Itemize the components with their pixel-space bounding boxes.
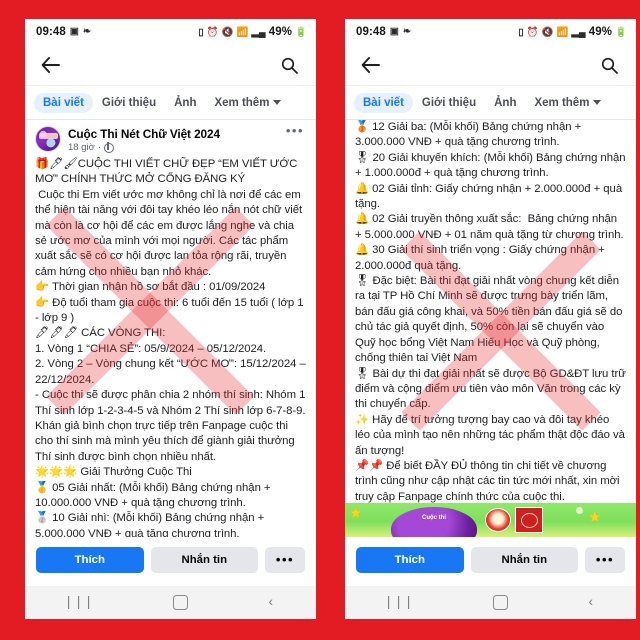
status-bar-right: ▯ ⏰ 🔇 📶 ▂▄ 49% 🔋 bbox=[198, 26, 307, 38]
screenshot-root: 09:48 ▣ ❧ ▯ ⏰ 🔇 📶 ▂▄ 49% 🔋 Bài viết Giới… bbox=[0, 0, 640, 640]
page-action-bar-left: Thích Nhắn tin ••• bbox=[25, 537, 316, 586]
signal-icon: ▂▄ bbox=[251, 26, 266, 38]
back-chevron-icon[interactable]: ‹ bbox=[267, 595, 277, 611]
app-nav-bar bbox=[345, 45, 636, 86]
page-action-bar-right: Thích Nhắn tin ••• bbox=[345, 537, 636, 586]
profile-tab-bar: Bài viết Giới thiệu Ảnh Xem thêm bbox=[345, 86, 636, 120]
phone-screenshot-right: 09:48 ▣ ❧ ▯ ⏰ 🔇 📶 ▂▄ 49% 🔋 Bài viết Giới… bbox=[345, 19, 636, 619]
wifi-icon: 📶 bbox=[236, 26, 249, 38]
tab-gioi-thieu[interactable]: Giới thiệu bbox=[93, 93, 165, 113]
globe-icon bbox=[104, 142, 115, 153]
tab-xem-them[interactable]: Xem thêm bbox=[205, 93, 290, 113]
like-button[interactable]: Thích bbox=[356, 547, 464, 573]
chevron-down-icon bbox=[593, 100, 602, 105]
status-time: 09:48 bbox=[36, 26, 66, 38]
status-bar: 09:48 ▣ ❧ ▯ ⏰ 🔇 📶 ▂▄ 49% 🔋 bbox=[25, 19, 316, 45]
tab-anh[interactable]: Ảnh bbox=[165, 93, 205, 113]
phone-screenshot-left: 09:48 ▣ ❧ ▯ ⏰ 🔇 📶 ▂▄ 49% 🔋 Bài viết Giới… bbox=[25, 19, 316, 619]
product-label-icon bbox=[515, 507, 543, 533]
search-icon[interactable] bbox=[596, 52, 622, 78]
battery-icon: 🔋 bbox=[295, 26, 307, 38]
tab-xem-them-label: Xem thêm bbox=[214, 96, 270, 109]
post-feed-right: 🥉 12 Giải ba: (Mỗi khối) Bảng chứng nhận… bbox=[345, 120, 636, 503]
screenshot-icon: ▣ bbox=[69, 26, 79, 38]
post-banner-image[interactable]: ★ ★ ★ Cuộc thi bbox=[345, 503, 636, 537]
signal-icon: ▂▄ bbox=[571, 26, 586, 38]
messenger-icon: ❧ bbox=[403, 26, 412, 38]
back-arrow-icon[interactable] bbox=[357, 52, 383, 78]
back-chevron-icon[interactable]: ‹ bbox=[587, 595, 597, 611]
messenger-icon: ❧ bbox=[83, 26, 92, 38]
post-feed-left: Cuộc Thi Nét Chữ Việt 2024 18 giờ · ••• … bbox=[25, 120, 316, 537]
more-options-button[interactable]: ••• bbox=[265, 547, 305, 573]
status-time: 09:48 bbox=[356, 26, 386, 38]
banner-logo: Cuộc thi bbox=[391, 507, 477, 537]
post-header: Cuộc Thi Nét Chữ Việt 2024 18 giờ · ••• bbox=[33, 120, 308, 156]
mute-icon: 🔇 bbox=[221, 26, 234, 38]
avatar[interactable] bbox=[35, 126, 61, 152]
dot-separator: · bbox=[97, 142, 102, 153]
post-body-left: 🎁🖊🖌CUỘC THI VIẾT CHỮ ĐẸP “EM VIẾT ƯỚC MƠ… bbox=[35, 158, 306, 537]
search-icon[interactable] bbox=[276, 52, 302, 78]
screenshot-icon: ▣ bbox=[389, 26, 399, 38]
post-meta: Cuộc Thi Nét Chữ Việt 2024 18 giờ · bbox=[68, 126, 277, 154]
battery-percent: 49% bbox=[588, 26, 613, 38]
tab-bai-viet[interactable]: Bài viết bbox=[34, 92, 93, 113]
page-name[interactable]: Cuộc Thi Nét Chữ Việt 2024 bbox=[68, 127, 277, 141]
product-bowl-icon bbox=[485, 508, 511, 532]
star-icon: ★ bbox=[588, 509, 602, 526]
banner-logo-text: Cuộc thi bbox=[422, 515, 446, 521]
tab-xem-them[interactable]: Xem thêm bbox=[525, 93, 610, 113]
banner-dot-icon bbox=[576, 507, 583, 514]
recents-icon[interactable]: ||| bbox=[64, 595, 94, 611]
wifi-icon: 📶 bbox=[556, 26, 569, 38]
android-system-nav-left: ||| ‹ bbox=[25, 586, 316, 619]
post-body-right: 🥉 12 Giải ba: (Mỗi khối) Bảng chứng nhận… bbox=[355, 121, 626, 503]
mute-icon: 🔇 bbox=[541, 26, 554, 38]
status-bar-left: 09:48 ▣ ❧ bbox=[36, 26, 91, 38]
home-icon[interactable] bbox=[493, 595, 508, 610]
status-bar: 09:48 ▣ ❧ ▯ ⏰ 🔇 📶 ▂▄ 49% 🔋 bbox=[345, 19, 636, 45]
tab-gioi-thieu[interactable]: Giới thiệu bbox=[413, 93, 485, 113]
status-bar-left: 09:48 ▣ ❧ bbox=[356, 26, 411, 38]
like-button[interactable]: Thích bbox=[36, 547, 144, 573]
app-nav-bar bbox=[25, 45, 316, 86]
recents-icon[interactable]: ||| bbox=[384, 595, 414, 611]
status-bar-right: ▯ ⏰ 🔇 📶 ▂▄ 49% 🔋 bbox=[518, 26, 627, 38]
message-button[interactable]: Nhắn tin bbox=[470, 547, 578, 573]
sim-icon: ▯ bbox=[198, 26, 204, 38]
home-icon[interactable] bbox=[173, 595, 188, 610]
battery-percent: 49% bbox=[268, 26, 293, 38]
star-icon: ★ bbox=[349, 505, 363, 522]
profile-tab-bar: Bài viết Giới thiệu Ảnh Xem thêm bbox=[25, 86, 316, 120]
back-arrow-icon[interactable] bbox=[37, 52, 63, 78]
android-system-nav-right: ||| ‹ bbox=[345, 586, 636, 619]
message-button[interactable]: Nhắn tin bbox=[150, 547, 258, 573]
alarm-icon: ⏰ bbox=[206, 26, 219, 38]
more-options-button[interactable]: ••• bbox=[585, 547, 625, 573]
battery-icon: 🔋 bbox=[615, 26, 627, 38]
post-subtitle: 18 giờ · bbox=[68, 141, 277, 154]
tab-bai-viet[interactable]: Bài viết bbox=[354, 92, 413, 113]
chevron-down-icon bbox=[273, 100, 282, 105]
tab-anh[interactable]: Ảnh bbox=[485, 93, 525, 113]
more-horizontal-icon[interactable]: ••• bbox=[284, 124, 306, 137]
alarm-icon: ⏰ bbox=[526, 26, 539, 38]
post-timestamp: 18 giờ bbox=[68, 142, 95, 153]
tab-xem-them-label: Xem thêm bbox=[534, 96, 590, 109]
sim-icon: ▯ bbox=[518, 26, 524, 38]
